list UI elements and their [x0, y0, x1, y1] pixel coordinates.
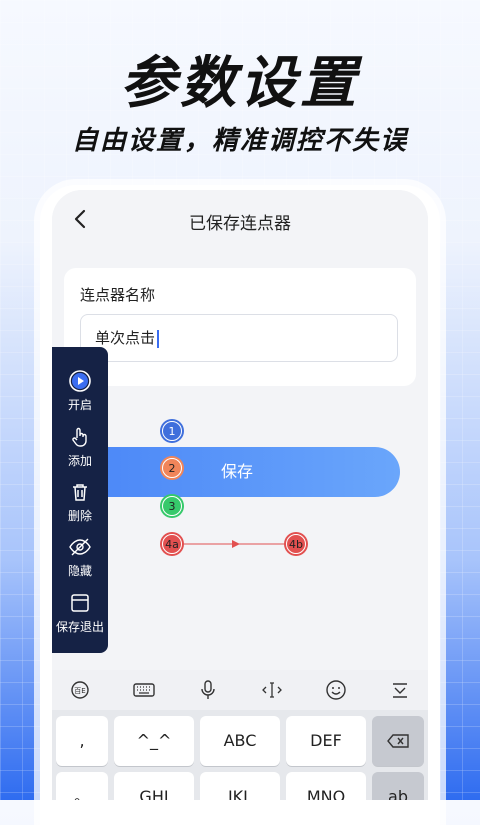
key-abc[interactable]: ABC: [200, 716, 280, 766]
emoji-logo-icon[interactable]: 百E: [68, 678, 92, 702]
name-card: 连点器名称 单次点击: [64, 268, 416, 386]
hide-keyboard-icon[interactable]: [388, 678, 412, 702]
panel-save-exit-button[interactable]: 保存退出: [52, 591, 108, 635]
page-title: 已保存连点器: [189, 214, 291, 234]
keyboard: , ^_^ ABC DEF 。 GHI JKL MNO ab: [52, 710, 428, 800]
key-ab[interactable]: ab: [372, 772, 424, 800]
name-label: 连点器名称: [80, 286, 156, 304]
keyboard-toolbar: 百E: [52, 670, 428, 710]
hero-subtitle: 自由设置，精准调控不失误: [71, 126, 408, 156]
panel-hide-button[interactable]: 隐藏: [52, 535, 108, 579]
key-ghi[interactable]: GHI: [114, 772, 194, 800]
backspace-icon: [387, 734, 409, 748]
swipe-path-line: [182, 540, 286, 548]
panel-start-button[interactable]: 开启: [52, 369, 108, 413]
panel-delete-label: 删除: [67, 509, 92, 523]
eye-off-icon: [69, 538, 91, 556]
name-input[interactable]: 单次点击: [80, 314, 398, 362]
panel-start-label: 开启: [67, 398, 92, 412]
phone-screen: 已保存连点器 连点器名称 单次点击 保存 1 2 3 4a 4b 开启 添加 删…: [52, 190, 428, 800]
key-jkl[interactable]: JKL: [200, 772, 280, 800]
smiley-icon[interactable]: [324, 678, 348, 702]
click-point-3[interactable]: 3: [162, 496, 182, 516]
key-def[interactable]: DEF: [286, 716, 366, 766]
key-emoticon[interactable]: ^_^: [114, 716, 194, 766]
key-comma[interactable]: ,: [56, 716, 108, 766]
name-input-value: 单次点击: [95, 329, 156, 347]
play-icon: [69, 370, 91, 392]
click-point-4b[interactable]: 4b: [286, 534, 306, 554]
mic-icon[interactable]: [196, 678, 220, 702]
key-backspace[interactable]: [372, 716, 424, 766]
save-button[interactable]: 保存: [74, 447, 400, 497]
floating-control-panel: 开启 添加 删除 隐藏 保存退出: [52, 347, 108, 653]
keyboard-icon[interactable]: [132, 678, 156, 702]
cursor-icon[interactable]: [260, 678, 284, 702]
click-point-1[interactable]: 1: [162, 421, 182, 441]
panel-hide-label: 隐藏: [67, 564, 92, 578]
panel-add-label: 添加: [67, 454, 92, 468]
click-point-2[interactable]: 2: [162, 458, 182, 478]
panel-delete-button[interactable]: 删除: [52, 480, 108, 524]
trash-icon: [73, 484, 87, 501]
app-bar: 已保存连点器: [52, 190, 428, 252]
text-caret: [157, 329, 160, 348]
panel-add-button[interactable]: 添加: [52, 425, 108, 469]
hero-title: 参数设置: [120, 51, 360, 116]
tap-hand-icon: [72, 427, 87, 447]
panel-save-exit-label: 保存退出: [55, 620, 104, 634]
save-exit-icon: [71, 594, 89, 612]
svg-text:百E: 百E: [74, 687, 85, 695]
key-mno[interactable]: MNO: [286, 772, 366, 800]
key-period[interactable]: 。: [56, 772, 108, 800]
click-point-4a[interactable]: 4a: [162, 534, 182, 554]
